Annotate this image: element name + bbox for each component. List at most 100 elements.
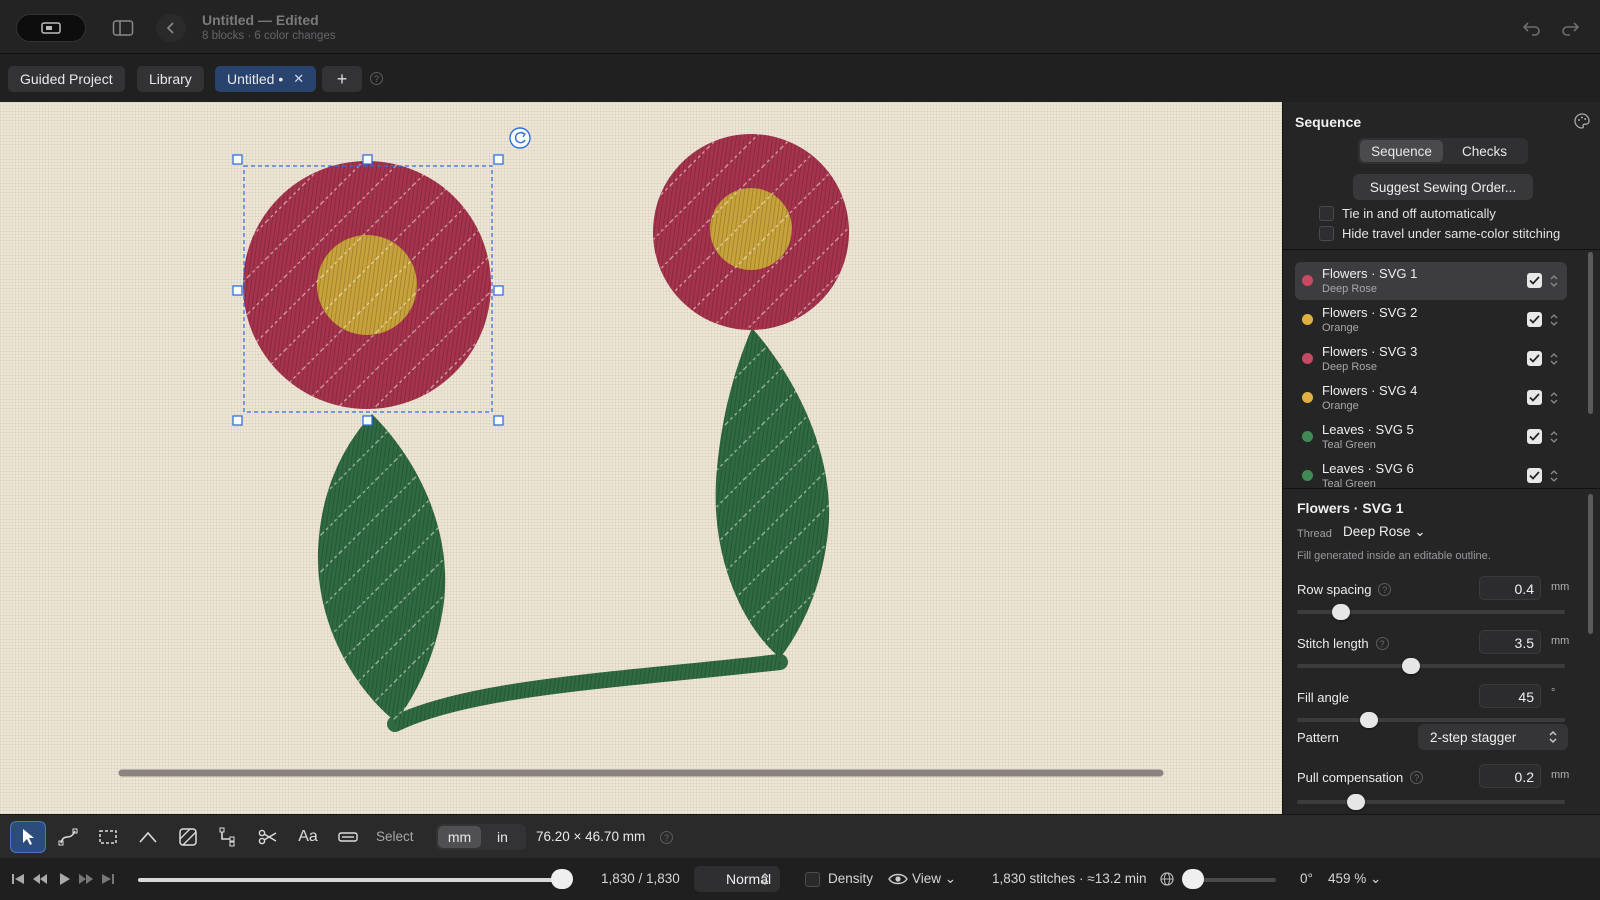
row-spacing-slider[interactable] bbox=[1297, 604, 1565, 620]
skip-to-start-icon[interactable] bbox=[10, 871, 26, 887]
list-item[interactable]: Leaves · SVG 5 Teal Green bbox=[1295, 418, 1567, 456]
tie-in-checkbox[interactable] bbox=[1319, 206, 1334, 221]
help-icon[interactable]: ? bbox=[1410, 771, 1424, 784]
cut-tool-button[interactable] bbox=[250, 821, 286, 853]
pull-compensation-slider[interactable] bbox=[1297, 794, 1565, 810]
resize-handle[interactable] bbox=[232, 154, 243, 165]
list-item[interactable]: Flowers · SVG 4 Orange bbox=[1295, 379, 1567, 417]
resize-handle[interactable] bbox=[232, 415, 243, 426]
skip-to-end-icon[interactable] bbox=[100, 871, 116, 887]
list-item[interactable]: Flowers · SVG 1 Deep Rose bbox=[1295, 262, 1567, 300]
step-forward-icon[interactable] bbox=[78, 871, 94, 887]
help-icon[interactable]: ? bbox=[660, 831, 673, 844]
suggest-sewing-order-button[interactable]: Suggest Sewing Order... bbox=[1353, 174, 1533, 200]
unit-in-button[interactable]: in bbox=[481, 826, 524, 848]
back-button[interactable] bbox=[156, 14, 186, 42]
tab-untitled[interactable]: Untitled • ✕ bbox=[215, 66, 317, 92]
reorder-icon[interactable] bbox=[1549, 428, 1559, 446]
help-icon[interactable]: ? bbox=[1378, 583, 1392, 596]
visible-checkbox[interactable] bbox=[1527, 273, 1542, 288]
redo-button[interactable] bbox=[1556, 14, 1584, 42]
tab-label: Library bbox=[149, 71, 192, 87]
zoom-level[interactable]: 459 % ⌄ bbox=[1328, 871, 1381, 887]
stitch-progress-track[interactable] bbox=[138, 878, 562, 882]
measure-tool-button[interactable] bbox=[330, 821, 366, 853]
play-icon[interactable] bbox=[56, 871, 72, 887]
list-item[interactable]: Leaves · SVG 6 Teal Green bbox=[1295, 457, 1567, 490]
stitch-length-input[interactable]: 3.5 bbox=[1479, 630, 1541, 654]
marquee-tool-button[interactable] bbox=[90, 821, 126, 853]
visible-checkbox[interactable] bbox=[1527, 312, 1542, 327]
checkmark-icon bbox=[1529, 432, 1540, 441]
path-edit-tool-button[interactable] bbox=[50, 821, 86, 853]
rotate-handle-icon[interactable] bbox=[509, 127, 531, 149]
visible-checkbox[interactable] bbox=[1527, 468, 1542, 483]
globe-icon[interactable] bbox=[1160, 872, 1174, 886]
fill-angle-input[interactable]: 45 bbox=[1479, 684, 1541, 708]
reorder-icon[interactable] bbox=[1549, 467, 1559, 485]
tab-guided-project[interactable]: Guided Project bbox=[8, 66, 125, 92]
tab-label: Guided Project bbox=[20, 71, 113, 87]
reorder-icon[interactable] bbox=[1549, 350, 1559, 368]
resize-handle[interactable] bbox=[362, 154, 373, 165]
list-item[interactable]: Flowers · SVG 3 Deep Rose bbox=[1295, 340, 1567, 378]
fill-tool-button[interactable] bbox=[170, 821, 206, 853]
design-canvas[interactable] bbox=[0, 102, 1282, 814]
slider-knob[interactable] bbox=[1347, 794, 1365, 810]
help-icon[interactable]: ? bbox=[370, 72, 383, 85]
thread-dropdown[interactable]: Deep Rose ⌄ bbox=[1343, 524, 1426, 540]
pattern-select[interactable]: 2-step stagger bbox=[1418, 724, 1568, 750]
running-stitch-tool-button[interactable] bbox=[130, 821, 166, 853]
add-tab-button[interactable]: + bbox=[322, 66, 362, 92]
rotation-slider-knob[interactable] bbox=[1182, 869, 1204, 889]
visible-checkbox[interactable] bbox=[1527, 390, 1542, 405]
speed-select[interactable]: Normal bbox=[694, 866, 780, 892]
resize-handle[interactable] bbox=[362, 415, 373, 426]
resize-handle[interactable] bbox=[493, 154, 504, 165]
select-tool-button[interactable] bbox=[10, 821, 46, 853]
help-icon[interactable]: ? bbox=[1375, 637, 1389, 650]
unit-mm-button[interactable]: mm bbox=[438, 826, 481, 848]
tab-sequence[interactable]: Sequence bbox=[1360, 140, 1443, 162]
text-tool-button[interactable]: Aa bbox=[290, 821, 326, 853]
option-tie-in[interactable]: Tie in and off automatically bbox=[1319, 206, 1496, 221]
hide-travel-checkbox[interactable] bbox=[1319, 226, 1334, 241]
ruler-icon bbox=[338, 832, 358, 842]
close-tab-icon[interactable]: ✕ bbox=[293, 71, 304, 87]
resize-handle[interactable] bbox=[232, 285, 243, 296]
properties-scrollbar[interactable] bbox=[1588, 494, 1593, 634]
list-item[interactable]: Flowers · SVG 2 Orange bbox=[1295, 301, 1567, 339]
option-hide-travel[interactable]: Hide travel under same-color stitching bbox=[1319, 226, 1560, 241]
density-checkbox[interactable] bbox=[805, 872, 820, 887]
visible-checkbox[interactable] bbox=[1527, 351, 1542, 366]
row-spacing-input[interactable]: 0.4 bbox=[1479, 576, 1541, 600]
properties-title: Flowers · SVG 1 bbox=[1297, 500, 1404, 516]
resize-handle[interactable] bbox=[493, 285, 504, 296]
rotation-value: 0° bbox=[1300, 871, 1313, 886]
reorder-icon[interactable] bbox=[1549, 272, 1559, 290]
pull-compensation-input[interactable]: 0.2 bbox=[1479, 764, 1541, 788]
fill-angle-slider[interactable] bbox=[1297, 712, 1565, 728]
eye-icon[interactable] bbox=[888, 872, 908, 886]
resize-handle[interactable] bbox=[493, 415, 504, 426]
sequence-scrollbar[interactable] bbox=[1588, 252, 1593, 414]
stitch-progress-knob[interactable] bbox=[551, 869, 573, 889]
reorder-icon[interactable] bbox=[1549, 389, 1559, 407]
slider-knob[interactable] bbox=[1332, 604, 1350, 620]
tab-library[interactable]: Library bbox=[137, 66, 204, 92]
sidebar-toggle-button[interactable] bbox=[108, 14, 138, 42]
palette-icon[interactable] bbox=[1573, 112, 1591, 130]
slider-knob[interactable] bbox=[1359, 712, 1378, 728]
step-back-icon[interactable] bbox=[32, 871, 48, 887]
device-button[interactable] bbox=[16, 14, 86, 42]
reorder-icon[interactable] bbox=[1549, 311, 1559, 329]
tab-checks[interactable]: Checks bbox=[1443, 140, 1526, 162]
stitch-length-slider[interactable] bbox=[1297, 658, 1565, 674]
block-name: Flowers · SVG 2 bbox=[1322, 305, 1418, 320]
undo-button[interactable] bbox=[1518, 14, 1546, 42]
view-menu[interactable]: View ⌄ bbox=[912, 871, 956, 887]
satin-tool-button[interactable] bbox=[210, 821, 246, 853]
slider-knob[interactable] bbox=[1402, 658, 1420, 674]
visible-checkbox[interactable] bbox=[1527, 429, 1542, 444]
sequence-list: Flowers · SVG 1 Deep Rose Flowers · SVG … bbox=[1295, 262, 1567, 490]
